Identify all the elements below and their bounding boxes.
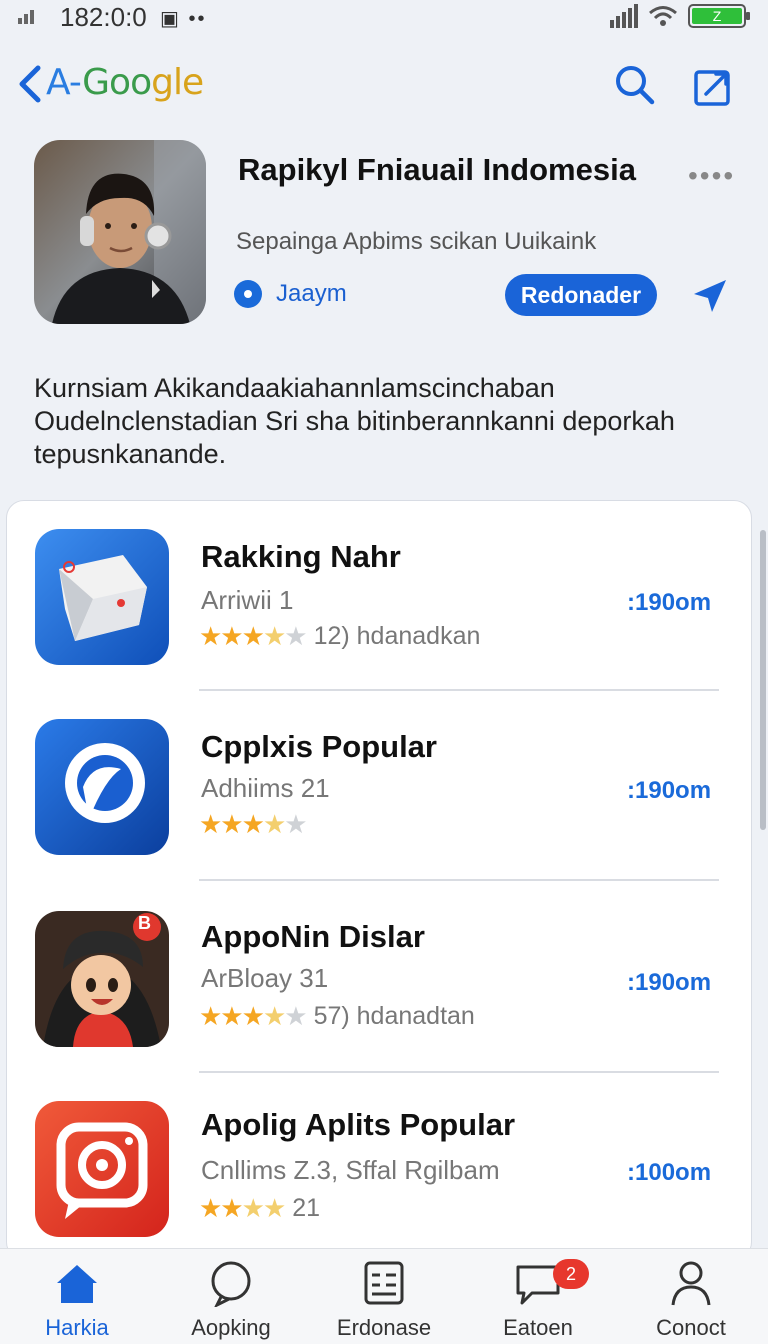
developer-link[interactable]: Jaaym	[234, 280, 347, 308]
app-name: AppoNin Dislar	[201, 919, 425, 954]
home-icon	[57, 1265, 97, 1303]
app-name: Rakking Nahr	[201, 539, 401, 574]
app-size: :190om	[627, 777, 712, 804]
star-rating-icon: ★★★★	[199, 1193, 286, 1223]
tab-conoct[interactable]: Conoct	[614, 1249, 768, 1344]
app-rating: ★★★★★	[199, 809, 314, 840]
chat-bubble-app-icon	[35, 719, 169, 855]
app-list: Rakking Nahr Arriwii 1 ★★★★★ 12) hdanadk…	[6, 500, 752, 1260]
status-time: 182:0:0	[60, 2, 147, 32]
app-subtitle: Sepainga Apbims scikan Uuikaink	[236, 228, 597, 255]
more-options-icon[interactable]: ••••	[688, 160, 735, 192]
app-name: Apolig Aplits Popular	[201, 1107, 516, 1142]
rating-count: 57) hdanadtan	[313, 1002, 475, 1030]
app-category: Adhiims 21	[201, 773, 330, 803]
notification-icons: ▣ ••	[160, 8, 207, 30]
app-category: Cnllims Z.3, Sffal Rgilbam	[201, 1155, 500, 1185]
star-rating-icon: ★★★★★	[199, 1001, 308, 1031]
primary-action-button[interactable]: Redonader	[505, 274, 657, 316]
share-icon[interactable]	[692, 64, 736, 108]
app-rating: ★★★★★ 12) hdanadkan	[199, 621, 480, 652]
tab-erdonase[interactable]: Erdonase	[307, 1249, 461, 1344]
list-icon	[364, 1261, 404, 1305]
list-item[interactable]: Apolig Aplits Popular Cnllims Z.3, Sffal…	[7, 1073, 751, 1259]
list-item[interactable]: B AppoNin Dislar ArBloay 31 ★★★★★ 57) hd…	[7, 881, 751, 1071]
brand-part-1: A-	[46, 62, 83, 103]
back-chevron-icon[interactable]	[14, 62, 46, 106]
app-rating: ★★★★ 21	[199, 1193, 320, 1224]
scrollbar[interactable]	[760, 530, 766, 830]
brand-part-2: Goo	[82, 62, 152, 103]
cartoon-character-app-icon: B	[35, 911, 169, 1047]
brand-logo: A-Google	[46, 62, 204, 103]
status-bar: 182:0:0 ▣ •• Z	[0, 0, 768, 36]
camera-chat-app-icon	[35, 1101, 169, 1237]
app-category: ArBloay 31	[201, 963, 329, 993]
tab-aopking[interactable]: Aopking	[154, 1249, 308, 1344]
rating-count: 12) hdanadkan	[313, 622, 481, 650]
app-name: Cpplxis Popular	[201, 729, 437, 764]
battery-icon: Z	[688, 4, 750, 28]
star-rating-icon: ★★★★★	[199, 809, 308, 839]
app-title: Rapikyl Fniauail Indomesia	[238, 152, 636, 187]
notification-badge: 2	[553, 1259, 589, 1289]
tab-label: Conoct	[656, 1315, 726, 1340]
cell-signal-icon	[610, 4, 638, 28]
app-size: :100om	[627, 1159, 712, 1186]
wifi-icon	[649, 6, 677, 26]
bottom-tab-bar: Harkia Aopking Erdonase 2 Eatoen Conoct	[0, 1248, 768, 1344]
app-size: :190om	[627, 589, 712, 616]
list-item[interactable]: Cpplxis Popular Adhiims 21 ★★★★★ :190om	[7, 691, 751, 881]
app-rating: ★★★★★ 57) hdanadtan	[199, 1001, 475, 1032]
battery-level: Z	[692, 8, 742, 24]
top-nav: A-Google	[0, 52, 768, 116]
app-category: Arriwii 1	[201, 585, 294, 615]
tab-eatoen[interactable]: 2 Eatoen	[461, 1249, 615, 1344]
folder-app-icon	[35, 529, 169, 665]
signal-icon	[18, 10, 34, 24]
star-rating-icon: ★★★★★	[199, 621, 308, 651]
tab-label: Aopking	[191, 1315, 271, 1340]
list-item[interactable]: Rakking Nahr Arriwii 1 ★★★★★ 12) hdanadk…	[7, 501, 751, 691]
tab-label: Eatoen	[503, 1315, 573, 1340]
tab-label: Harkia	[45, 1315, 109, 1340]
tab-label: Erdonase	[336, 1315, 432, 1340]
person-icon	[671, 1261, 711, 1306]
send-icon[interactable]	[690, 276, 730, 316]
app-size: :190om	[627, 969, 712, 996]
brand-part-3: gle	[151, 62, 204, 103]
search-icon[interactable]	[612, 62, 656, 106]
app-description: Kurnsiam Akikandaakiahannlamscinchaban O…	[34, 373, 675, 469]
rating-count: 21	[292, 1194, 321, 1222]
circle-icon	[211, 1261, 251, 1307]
developer-name: Jaaym	[276, 280, 347, 307]
developer-icon	[234, 280, 262, 308]
app-icon-badge: B	[138, 913, 151, 933]
tab-home[interactable]: Harkia	[0, 1249, 154, 1344]
app-hero-photo	[34, 140, 206, 324]
